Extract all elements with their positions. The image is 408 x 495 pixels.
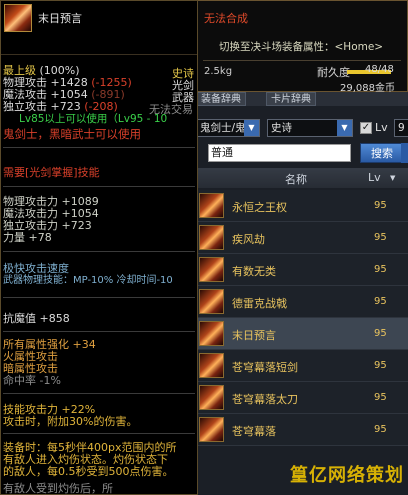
attack-speed: 极快攻击速度 (3, 262, 69, 275)
item-name: 有数无类 (232, 265, 276, 278)
item-name: 疾风劫 (232, 233, 265, 246)
weapon-skill-bonus: 武器物理技能：MP-10% 冷却时间-10 (3, 275, 173, 286)
indep-atk-value: +723 (50, 100, 81, 113)
list-item-selected[interactable]: 末日预言 95 (196, 318, 408, 350)
list-item[interactable]: 德雷克战戟 95 (196, 286, 408, 318)
item-name: 德雷克战戟 (232, 297, 287, 310)
durability-label: 耐久度 (317, 66, 350, 79)
item-level: 95 (374, 392, 387, 403)
item-tooltip: 末日预言 最上级 (100%) 史诗 物理攻击 +1428 (-1255) 光剑… (0, 0, 198, 495)
stat-line: 力量 +78 (3, 231, 52, 244)
magic-resist-label: 抗魔值 (3, 312, 36, 325)
search-button-edge (401, 143, 408, 163)
indep-atk-line: 独立攻击 +723 (-208) (3, 101, 118, 113)
tab-card-dictionary[interactable]: 卡片辞典 (266, 92, 316, 106)
divider (3, 186, 195, 187)
level-filter-label: Lv (375, 121, 388, 134)
class-dropdown[interactable]: 鬼剑士/鬼 ▼ (196, 119, 260, 137)
lightsaber-icon (4, 4, 32, 32)
item-list: 永恒之王权 95 疾风劫 95 有数无类 95 德雷克战戟 95 末日预言 95 苍穹幕落… (196, 190, 408, 446)
item-level: 95 (374, 424, 387, 435)
durability-value: 48/48 (365, 64, 394, 75)
burn-effect-line: 的敌人，每0.5秒受到500点伤害。 (3, 465, 174, 478)
tooltip-header: 末日预言 (1, 1, 197, 55)
item-level: 95 (374, 264, 387, 275)
divider (3, 393, 195, 394)
magic-resist-value: +858 (39, 312, 70, 325)
class-requirement: 鬼剑士，黑暗武士可以使用 (3, 127, 141, 141)
list-item[interactable]: 有数无类 95 (196, 254, 408, 286)
item-dictionary-panel: 无法合成 切换至决斗场装备属性：<Home> 2.5kg 耐久度 48/48 2… (196, 0, 408, 495)
divider (3, 331, 195, 332)
burn-effect-line: 有敌人受到灼伤后，所 (3, 482, 113, 495)
weapon-icon (199, 257, 224, 282)
item-level: 95 (374, 360, 387, 371)
item-compare-header: 无法合成 切换至决斗场装备属性：<Home> 2.5kg 耐久度 48/48 2… (196, 0, 408, 94)
item-name: 永恒之王权 (232, 201, 287, 214)
list-item[interactable]: 永恒之王权 95 (196, 190, 408, 222)
item-level: 95 (374, 200, 387, 211)
divider (3, 147, 195, 148)
bonus-damage: 攻击时，附加30%的伤害。 (3, 415, 138, 428)
tab-equipment-dictionary[interactable]: 装备辞典 (196, 92, 246, 106)
item-name: 苍穹幕落太刀 (232, 393, 298, 406)
item-level: 95 (374, 328, 387, 339)
class-dropdown-value: 鬼剑士/鬼 (200, 122, 246, 134)
rarity-dropdown[interactable]: 史诗 ▼ (267, 119, 353, 137)
item-level: 95 (374, 296, 387, 307)
list-item[interactable]: 苍穹幕落短剑 95 (196, 350, 408, 382)
dictionary-tabs: 装备辞典 卡片辞典 (196, 92, 408, 106)
list-item[interactable]: 苍穹幕落 95 (196, 414, 408, 446)
weapon-icon (199, 417, 224, 442)
magic-resist-line: 抗魔值 +858 (3, 313, 70, 325)
list-item[interactable]: 疾风劫 95 (196, 222, 408, 254)
watermark-logo: 篁亿网络策划 (290, 465, 404, 486)
divider (203, 60, 401, 61)
weapon-icon (199, 193, 224, 218)
level-input-value: 9 (398, 122, 405, 134)
item-level: 95 (374, 232, 387, 243)
weapon-icon (199, 353, 224, 378)
sort-arrow-icon[interactable]: ▼ (390, 174, 395, 182)
column-name[interactable]: 名称 (285, 171, 307, 187)
divider (3, 297, 195, 298)
weapon-icon (199, 321, 224, 346)
list-header: 名称 Lv ▼ (196, 168, 408, 188)
search-input[interactable]: 普通 (208, 144, 351, 162)
divider (3, 433, 195, 434)
item-weight: 2.5kg (204, 66, 233, 77)
level-input[interactable]: 9 (394, 119, 408, 137)
weapon-icon (199, 289, 224, 314)
weapon-icon (199, 225, 224, 250)
item-name: 苍穹幕落 (232, 425, 276, 438)
element-line: 命中率 -1% (3, 374, 61, 387)
search-bar: 普通 搜索 (196, 142, 408, 164)
skill-requirement: 需要[光剑掌握]技能 (3, 166, 100, 179)
indep-atk-label: 独立攻击 (3, 100, 47, 113)
level-filter-checkbox[interactable]: ✓ (360, 122, 372, 134)
filter-bar: 鬼剑士/鬼 ▼ 史诗 ▼ ✓ Lv 9 (196, 116, 408, 140)
search-button[interactable]: 搜索 (360, 143, 404, 163)
list-item[interactable]: 苍穹幕落太刀 95 (196, 382, 408, 414)
chevron-down-icon: ▼ (244, 120, 259, 136)
item-name: 末日预言 (38, 12, 82, 25)
column-lv[interactable]: Lv (368, 171, 381, 184)
craft-status-label: 无法合成 (204, 12, 248, 25)
switch-to-duel-stats-hint: 切换至决斗场装备属性：<Home> (219, 41, 384, 53)
rarity-dropdown-value: 史诗 (271, 122, 292, 134)
item-name: 末日预言 (232, 329, 276, 342)
level-requirement: Lv85以上可以使用（Lv95 - 10 (19, 113, 168, 125)
weapon-icon (199, 385, 224, 410)
indep-atk-diff: (-208) (84, 100, 118, 113)
item-name: 苍穹幕落短剑 (232, 361, 298, 374)
chevron-down-icon: ▼ (337, 120, 352, 136)
divider (3, 251, 195, 252)
